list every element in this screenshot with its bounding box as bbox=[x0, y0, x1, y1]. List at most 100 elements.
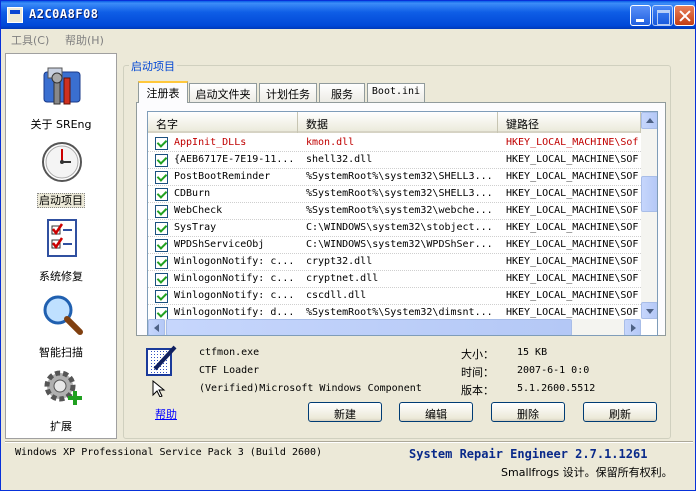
row-checkbox[interactable] bbox=[155, 205, 168, 218]
gear-plus-icon bbox=[44, 370, 82, 405]
row-key-path: HKEY_LOCAL_MACHINE\SOF bbox=[506, 256, 639, 267]
version-label: 版本： bbox=[461, 384, 494, 397]
status-separator bbox=[5, 441, 693, 443]
row-checkbox[interactable] bbox=[155, 290, 168, 303]
detail-description: CTF Loader bbox=[199, 365, 260, 376]
column-header-data[interactable]: 数据 bbox=[298, 112, 498, 133]
row-name: WinlogonNotify: d... bbox=[174, 307, 295, 318]
horizontal-scrollbar[interactable] bbox=[148, 319, 641, 335]
group-title: 启动项目 bbox=[129, 58, 177, 74]
detail-filename: ctfmon.exe bbox=[199, 347, 260, 358]
refresh-button[interactable]: 刷新 bbox=[583, 402, 657, 422]
new-button[interactable]: 新建 bbox=[308, 402, 382, 422]
row-data: %SystemRoot%\system32\SHELL3... bbox=[306, 188, 493, 199]
row-checkbox[interactable] bbox=[155, 256, 168, 269]
table-row[interactable]: PostBootReminder %SystemRoot%\system32\SH… bbox=[148, 169, 641, 186]
row-checkbox[interactable] bbox=[155, 137, 168, 150]
tools-icon bbox=[43, 67, 81, 105]
row-key-path: HKEY_LOCAL_MACHINE\SOF bbox=[506, 222, 639, 233]
magnifier-icon bbox=[43, 295, 83, 335]
row-name: PostBootReminder bbox=[174, 171, 271, 182]
row-key-path: HKEY_LOCAL_MACHINE\SOF bbox=[506, 171, 639, 182]
column-header-key[interactable]: 键路径 bbox=[498, 112, 641, 133]
horizontal-scroll-thumb[interactable] bbox=[166, 319, 572, 335]
row-checkbox[interactable] bbox=[155, 188, 168, 201]
detail-company: (Verified)Microsoft Windows Component bbox=[199, 383, 422, 394]
row-name: WebCheck bbox=[174, 205, 223, 216]
sidebar: 关于 SREng 启动项目 系统修复 智能扫描 扩展 bbox=[5, 53, 117, 439]
os-version-text: Windows XP Professional Service Pack 3 (… bbox=[15, 447, 323, 458]
row-checkbox[interactable] bbox=[155, 273, 168, 286]
checklist-icon bbox=[47, 219, 77, 257]
detail-version: 5.1.2600.5512 bbox=[517, 383, 596, 394]
row-key-path: HKEY_LOCAL_MACHINE\Sof bbox=[506, 137, 639, 148]
row-name: WinlogonNotify: c... bbox=[174, 273, 295, 284]
row-name: {AEB6717E-7E19-11... bbox=[174, 154, 295, 165]
copyright-text: Smallfrogs 设计。保留所有权利。 bbox=[501, 466, 673, 479]
vertical-scrollbar[interactable] bbox=[641, 112, 657, 319]
row-data: cryptnet.dll bbox=[306, 273, 379, 284]
clock-icon bbox=[42, 142, 82, 182]
row-data: C:\WINDOWS\system32\stobject... bbox=[306, 222, 493, 233]
minimize-button[interactable] bbox=[630, 5, 651, 26]
row-data: shell32.dll bbox=[306, 154, 373, 165]
sidebar-item-repair[interactable]: 系统修复 bbox=[6, 210, 116, 286]
row-data: C:\WINDOWS\system32\WPDShSer... bbox=[306, 239, 493, 250]
column-header-name[interactable]: 名字 bbox=[148, 112, 298, 133]
table-row[interactable]: SysTray C:\WINDOWS\system32\stobject... HK… bbox=[148, 220, 641, 237]
row-name: WinlogonNotify: c... bbox=[174, 256, 295, 267]
maximize-button[interactable] bbox=[652, 5, 673, 26]
table-row[interactable]: WPDShServiceObj C:\WINDOWS\system32\WPDSh… bbox=[148, 237, 641, 254]
row-data: crypt32.dll bbox=[306, 256, 373, 267]
main-window: A2C0A8F08 工具(C) 帮助(H) 关于 SREng 启动项目 系统修复… bbox=[0, 0, 696, 491]
table-row[interactable]: WinlogonNotify: c... crypt32.dll HKEY_LOCA… bbox=[148, 254, 641, 271]
window-title: A2C0A8F08 bbox=[29, 7, 99, 21]
help-link[interactable]: 帮助 bbox=[155, 406, 177, 422]
pen-file-icon bbox=[146, 345, 177, 397]
tab-scheduled-tasks[interactable]: 计划任务 bbox=[259, 83, 317, 102]
sidebar-item-scan[interactable]: 智能扫描 bbox=[6, 286, 116, 362]
row-checkbox[interactable] bbox=[155, 222, 168, 235]
sidebar-label-repair: 系统修复 bbox=[39, 270, 83, 283]
row-key-path: HKEY_LOCAL_MACHINE\SOF bbox=[506, 188, 639, 199]
vertical-scroll-thumb[interactable] bbox=[641, 176, 657, 212]
time-label: 时间： bbox=[461, 366, 494, 379]
table-row[interactable]: WinlogonNotify: c... cscdll.dll HKEY_LOCAL… bbox=[148, 288, 641, 305]
sidebar-item-startup[interactable]: 启动项目 bbox=[6, 134, 116, 210]
scroll-up-button[interactable] bbox=[641, 112, 657, 129]
menu-tools[interactable]: 工具(C) bbox=[11, 32, 49, 48]
row-data: %SystemRoot%\system32\webche... bbox=[306, 205, 493, 216]
sidebar-item-about[interactable]: 关于 SREng bbox=[6, 58, 116, 134]
close-button[interactable] bbox=[674, 5, 695, 26]
row-key-path: HKEY_LOCAL_MACHINE\SOF bbox=[506, 154, 639, 165]
table-row[interactable]: WebCheck %SystemRoot%\system32\webche... H… bbox=[148, 203, 641, 220]
tab-registry[interactable]: 注册表 bbox=[138, 81, 188, 103]
table-row[interactable]: AppInit_DLLs kmon.dll HKEY_LOCAL_MACHINE\S… bbox=[148, 135, 641, 152]
startup-list[interactable]: 名字 数据 键路径 AppInit_DLLs kmon.dll HKEY_LOCAL… bbox=[147, 111, 658, 336]
row-name: WinlogonNotify: c... bbox=[174, 290, 295, 301]
row-checkbox[interactable] bbox=[155, 239, 168, 252]
list-header: 名字 数据 键路径 bbox=[148, 112, 641, 133]
title-bar[interactable]: A2C0A8F08 bbox=[1, 1, 695, 29]
row-key-path: HKEY_LOCAL_MACHINE\SOF bbox=[506, 273, 639, 284]
table-row[interactable]: CDBurn %SystemRoot%\system32\SHELL3... HKE… bbox=[148, 186, 641, 203]
menu-help[interactable]: 帮助(H) bbox=[65, 32, 104, 48]
table-row[interactable]: {AEB6717E-7E19-11... shell32.dll HKEY_LOCA… bbox=[148, 152, 641, 169]
table-row[interactable]: WinlogonNotify: c... cryptnet.dll HKEY_LOC… bbox=[148, 271, 641, 288]
detail-time: 2007-6-1 0:0 bbox=[517, 365, 590, 376]
menu-bar: 工具(C) 帮助(H) bbox=[1, 29, 695, 49]
tab-startup-folder[interactable]: 启动文件夹 bbox=[189, 83, 257, 102]
row-data: %SystemRoot%\System32\dimsnt... bbox=[306, 307, 493, 318]
row-checkbox[interactable] bbox=[155, 171, 168, 184]
size-label: 大小： bbox=[461, 348, 494, 361]
edit-button[interactable]: 编辑 bbox=[399, 402, 473, 422]
tab-boot-ini[interactable]: Boot.ini bbox=[367, 83, 425, 102]
scroll-right-button[interactable] bbox=[624, 319, 641, 335]
delete-button[interactable]: 删除 bbox=[491, 402, 565, 422]
row-key-path: HKEY_LOCAL_MACHINE\SOF bbox=[506, 239, 639, 250]
tab-services[interactable]: 服务 bbox=[319, 83, 365, 102]
scroll-left-button[interactable] bbox=[148, 319, 165, 335]
scroll-down-button[interactable] bbox=[641, 302, 657, 319]
sidebar-item-extend[interactable]: 扩展 bbox=[6, 360, 116, 436]
row-checkbox[interactable] bbox=[155, 154, 168, 167]
